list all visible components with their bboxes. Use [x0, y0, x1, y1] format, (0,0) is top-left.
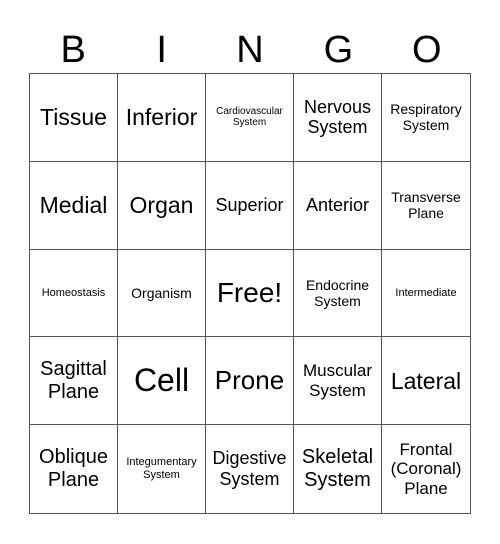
- bingo-cell[interactable]: Intermediate: [382, 250, 470, 338]
- bingo-cell[interactable]: Skeletal System: [294, 425, 382, 513]
- bingo-cell[interactable]: Frontal (Coronal) Plane: [382, 425, 470, 513]
- free-space[interactable]: Free!: [206, 249, 294, 338]
- bingo-cell[interactable]: Organism: [118, 249, 206, 338]
- bingo-cell[interactable]: Integumentary System: [118, 425, 206, 513]
- header-letter-i: I: [156, 29, 167, 71]
- header-letter-g: G: [323, 29, 354, 71]
- bingo-cell[interactable]: Superior: [206, 161, 294, 250]
- bingo-cell[interactable]: Tissue: [30, 74, 118, 162]
- bingo-cell[interactable]: Muscular System: [294, 337, 382, 426]
- bingo-cell[interactable]: Prone: [206, 337, 294, 426]
- header-letter-n: N: [236, 29, 264, 71]
- header-letter-b: B: [60, 29, 86, 71]
- bingo-cell[interactable]: Medial: [30, 161, 118, 250]
- bingo-cell[interactable]: Respiratory System: [382, 74, 470, 162]
- bingo-cell[interactable]: Anterior: [294, 161, 382, 250]
- bingo-cell[interactable]: Nervous System: [294, 74, 382, 162]
- bingo-cell[interactable]: Lateral: [382, 337, 470, 426]
- bingo-header: B I N G O: [29, 28, 471, 72]
- bingo-cell[interactable]: Oblique Plane: [30, 425, 118, 513]
- bingo-cell[interactable]: Digestive System: [206, 425, 294, 513]
- header-letter-o: O: [412, 29, 442, 71]
- bingo-cell[interactable]: Cell: [118, 337, 206, 426]
- bingo-card: Tissue Inferior Cardiovascular System Ne…: [29, 73, 471, 514]
- bingo-cell[interactable]: Sagittal Plane: [30, 337, 118, 426]
- bingo-cell[interactable]: Cardiovascular System: [206, 74, 294, 162]
- bingo-cell[interactable]: Inferior: [118, 74, 206, 162]
- bingo-cell[interactable]: Organ: [118, 161, 206, 250]
- bingo-cell[interactable]: Transverse Plane: [382, 162, 470, 250]
- bingo-cell[interactable]: Homeostasis: [30, 249, 118, 338]
- bingo-cell[interactable]: Endocrine System: [294, 249, 382, 338]
